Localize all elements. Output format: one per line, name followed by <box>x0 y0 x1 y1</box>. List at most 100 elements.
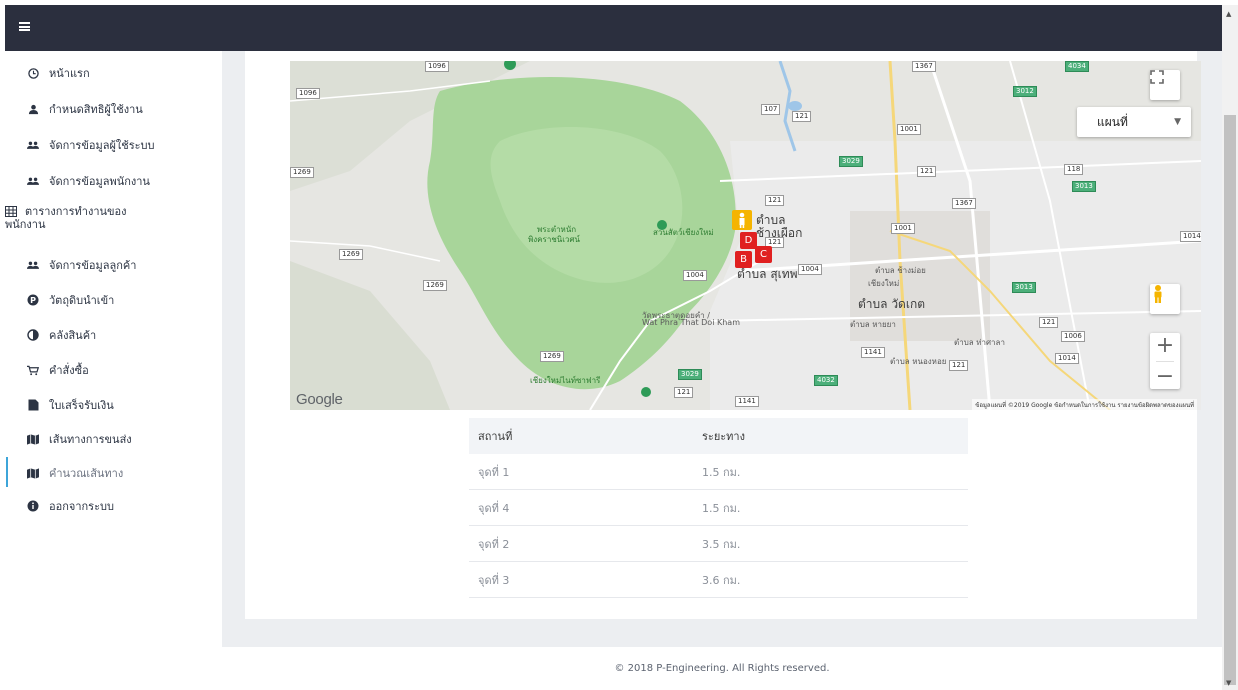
sidebar-item-warehouse[interactable]: คลังสินค้า <box>5 317 222 353</box>
road-shield: 121 <box>765 195 785 206</box>
map-marker-b[interactable]: B <box>735 251 752 268</box>
road-shield: 1006 <box>1061 331 1085 342</box>
road-shield: 3029 <box>678 369 702 380</box>
distance-cell: 1.5 กม. <box>702 501 741 515</box>
footer: © 2018 P-Engineering. All Rights reserve… <box>222 647 1222 690</box>
road-shield: 107 <box>761 104 781 115</box>
table-header: สถานที่ ระยะทาง <box>469 418 968 454</box>
road-shield: 3012 <box>1013 86 1037 97</box>
table-row: จุดที่ 2 3.5 กม. <box>469 526 968 562</box>
road-shield: 4034 <box>1065 61 1089 72</box>
map-type-label: แผนที่ <box>1097 114 1128 129</box>
road-shield: 121 <box>1039 317 1059 328</box>
sidebar-item-manage-customers[interactable]: จัดการข้อมูลลูกค้า <box>5 247 222 283</box>
sidebar-item-delivery-routes[interactable]: เส้นทางการขนส่ง <box>5 421 222 457</box>
sidebar-item-label: ออกจากระบบ <box>49 500 114 513</box>
hamburger-menu-icon[interactable] <box>19 22 30 31</box>
sidebar-item-label: จัดการข้อมูลลูกค้า <box>49 259 137 272</box>
road-shield: 121 <box>949 360 969 371</box>
road-shield: 1269 <box>540 351 564 362</box>
road-shield: 1141 <box>861 347 885 358</box>
map-icon <box>27 433 39 445</box>
route-map[interactable]: 1096 1096 107 121 1001 1367 4034 3012 30… <box>290 61 1201 410</box>
map-label: เชียงใหม่ <box>868 279 900 288</box>
location-cell: จุดที่ 3 <box>478 573 510 587</box>
sidebar: หน้าแรก กำหนดสิทธิผู้ใช้งาน จัดการข้อมูล… <box>5 51 222 690</box>
zoom-in-button[interactable]: + <box>1156 334 1174 356</box>
fullscreen-icon <box>1150 70 1164 84</box>
fullscreen-button[interactable] <box>1150 70 1180 100</box>
column-header-location: สถานที่ <box>478 430 513 443</box>
sidebar-item-label: จัดการข้อมูลพนักงาน <box>49 175 150 188</box>
sidebar-item-home[interactable]: หน้าแรก <box>5 55 222 91</box>
road-shield: 121 <box>792 111 812 122</box>
file-icon <box>27 399 39 411</box>
sidebar-item-receipts[interactable]: ใบเสร็จรับเงิน <box>5 387 222 423</box>
cart-icon <box>27 364 39 376</box>
caret-down-icon: ▼ <box>1174 117 1181 127</box>
location-cell: จุดที่ 1 <box>478 465 510 479</box>
zoom-out-button[interactable]: − <box>1156 365 1174 387</box>
scroll-up-arrow-icon[interactable]: ▲ <box>1226 10 1231 18</box>
scroll-down-arrow-icon[interactable]: ▼ <box>1226 679 1231 687</box>
distance-cell: 1.5 กม. <box>702 465 741 479</box>
sidebar-item-label: ใบเสร็จรับเงิน <box>49 399 114 412</box>
map-label: สวนสัตว์เชียงใหม่ <box>653 228 714 237</box>
road-shield: 4032 <box>814 375 838 386</box>
road-shield: 1269 <box>339 249 363 260</box>
users-icon <box>27 175 39 187</box>
half-circle-icon <box>27 329 39 341</box>
sidebar-item-label: วัตถุดิบนำเข้า <box>49 294 115 307</box>
main-content: 1096 1096 107 121 1001 1367 4034 3012 30… <box>222 51 1222 690</box>
sidebar-item-label: คำนวณเส้นทาง <box>49 467 124 480</box>
column-header-distance: ระยะทาง <box>702 430 745 443</box>
table-row: จุดที่ 3 3.6 กม. <box>469 562 968 598</box>
road-shield: 1141 <box>735 396 759 407</box>
sidebar-item-manage-users[interactable]: จัดการข้อมูลผู้ใช้ระบบ <box>5 127 222 163</box>
sidebar-item-raw-materials[interactable]: P วัตถุดิบนำเข้า <box>5 282 222 318</box>
map-label: พิงคราชนิเวศน์ <box>528 235 580 244</box>
current-location-marker[interactable] <box>732 210 752 230</box>
street-view-pegman[interactable] <box>1150 284 1180 314</box>
map-label: เชียงใหม่ไนท์ซาฟารี <box>530 376 601 385</box>
page-scrollbar[interactable]: ▲ ▼ <box>1222 5 1238 690</box>
table-row: จุดที่ 4 1.5 กม. <box>469 490 968 526</box>
content-card: 1096 1096 107 121 1001 1367 4034 3012 30… <box>245 51 1201 619</box>
road-shield: 1269 <box>290 167 314 178</box>
table-row: จุดที่ 1 1.5 กม. <box>469 454 968 490</box>
sidebar-item-label: คลังสินค้า <box>49 329 97 342</box>
sidebar-item-label: จัดการข้อมูลผู้ใช้ระบบ <box>49 139 155 152</box>
road-shield: 121 <box>674 387 694 398</box>
sidebar-item-permissions[interactable]: กำหนดสิทธิผู้ใช้งาน <box>5 91 222 127</box>
zoom-divider <box>1156 360 1174 362</box>
sidebar-item-work-schedule[interactable]: ตารางการทำงานของ พนักงาน <box>5 201 222 241</box>
info-icon <box>27 500 39 512</box>
location-cell: จุดที่ 4 <box>478 501 510 515</box>
map-label: ตำบล วัดเกต <box>858 297 926 311</box>
road-shield: 1096 <box>296 88 320 99</box>
sidebar-item-orders[interactable]: คำสั่งซื้อ <box>5 352 222 388</box>
map-label: ตำบล หนองหอย <box>890 357 947 366</box>
map-label: Wat Phra That Doi Kham <box>642 318 740 327</box>
road-shield: 1004 <box>683 270 707 281</box>
sidebar-item-manage-employees[interactable]: จัดการข้อมูลพนักงาน <box>5 163 222 199</box>
sidebar-item-logout[interactable]: ออกจากระบบ <box>5 488 222 524</box>
road-shield: 121 <box>917 166 937 177</box>
road-shield: 1014 <box>1180 231 1201 242</box>
sidebar-item-label: กำหนดสิทธิผู้ใช้งาน <box>49 103 143 116</box>
map-label: ตำบล หายยา <box>850 320 896 329</box>
road-shield: 1014 <box>1055 353 1079 364</box>
map-label: ช้างเผือก <box>756 226 803 240</box>
sidebar-item-label: เส้นทางการขนส่ง <box>49 433 132 446</box>
map-type-select[interactable]: แผนที่ ▼ <box>1077 107 1191 137</box>
map-icon <box>27 467 39 479</box>
location-cell: จุดที่ 2 <box>478 537 510 551</box>
sidebar-item-label: ตารางการทำงานของ <box>25 205 127 218</box>
google-logo: Google <box>296 391 343 408</box>
road-shield: 118 <box>1064 164 1084 175</box>
sidebar-item-calculate-route[interactable]: คำนวณเส้นทาง <box>5 455 222 491</box>
map-marker-c[interactable]: C <box>755 246 772 263</box>
zoom-controls: + − <box>1150 333 1180 389</box>
scrollbar-thumb[interactable] <box>1224 115 1236 685</box>
map-attribution[interactable]: ข้อมูลแผนที่ ©2019 Google ข้อกำหนดในการใ… <box>972 399 1197 410</box>
